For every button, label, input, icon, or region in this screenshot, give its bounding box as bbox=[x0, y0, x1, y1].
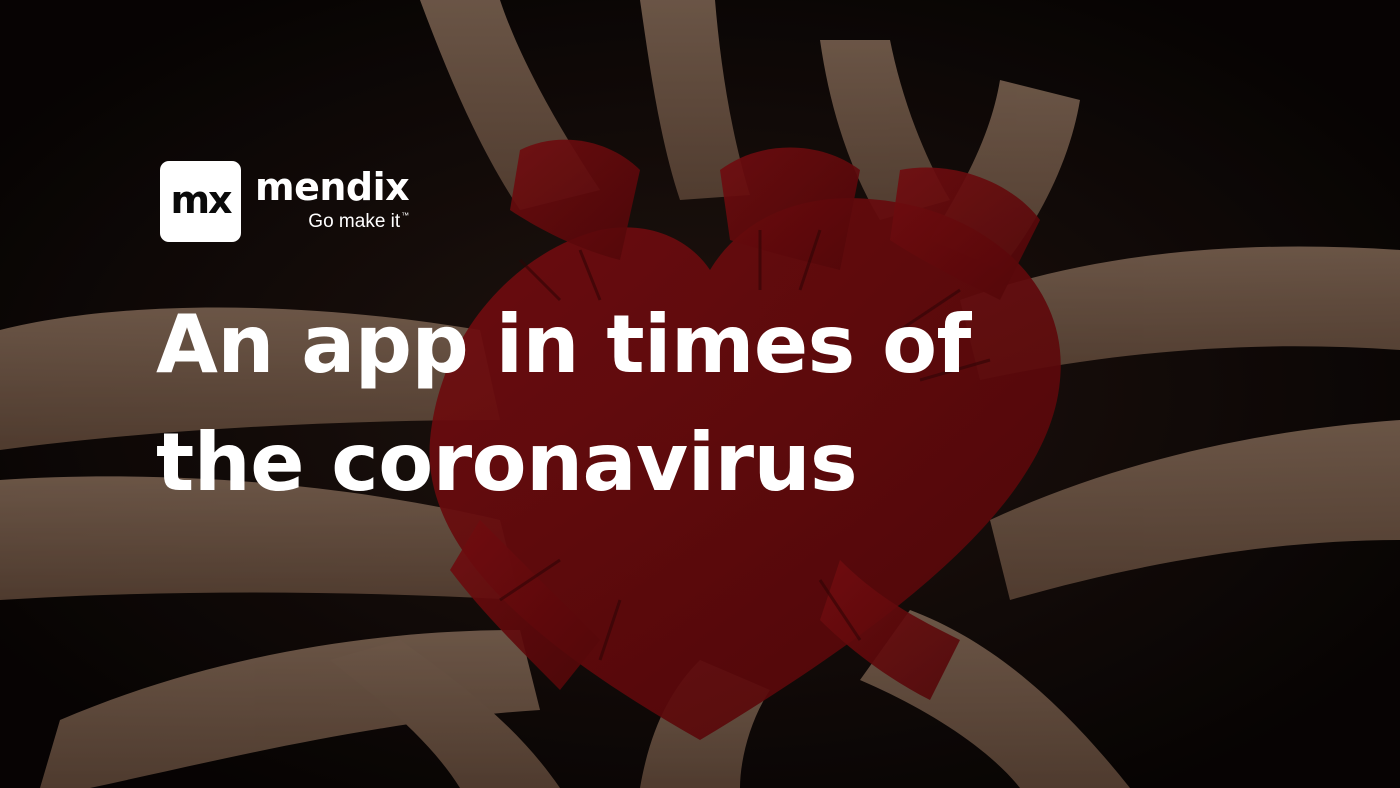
logo-mark-text: mx bbox=[170, 178, 232, 222]
tagline-text: Go make it bbox=[308, 210, 401, 232]
brand-name: mendix bbox=[255, 164, 410, 209]
brand-logo: mx mendix Go make it™ bbox=[160, 160, 410, 242]
title-line-2: the coronavirus bbox=[156, 416, 858, 509]
mendix-logo-icon: mx bbox=[160, 160, 241, 242]
page-title: An app in times of the coronavirus bbox=[156, 286, 1156, 522]
trademark-mark: ™ bbox=[401, 210, 410, 220]
title-line-1: An app in times of bbox=[156, 298, 971, 391]
wordmark: mendix Go make it™ bbox=[255, 164, 410, 232]
brand-tagline: Go make it™ bbox=[308, 210, 410, 232]
hero-banner: mx mendix Go make it™ An app in times of… bbox=[0, 0, 1400, 788]
